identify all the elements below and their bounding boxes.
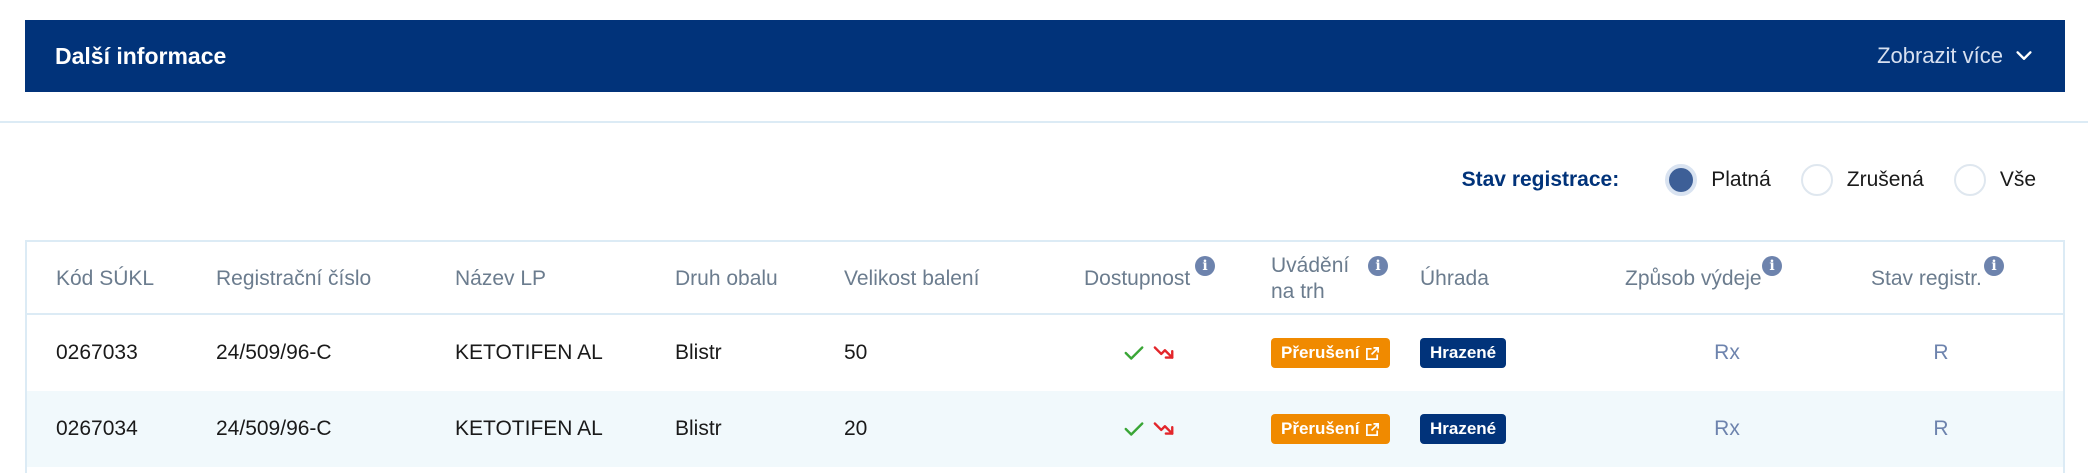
cell-kod: 0267034	[56, 417, 138, 440]
market-status-badge[interactable]: Přerušení	[1271, 338, 1391, 368]
cell-reg: 24/509/96-C	[216, 341, 332, 364]
show-more-label: Zobrazit více	[1877, 43, 2003, 68]
radio-zrusena[interactable]: Zrušená	[1800, 164, 1924, 196]
info-icon[interactable]: i	[1195, 256, 1215, 276]
cell-zpusob[interactable]: Rx	[1687, 315, 1767, 391]
table-row: 0267034 24/509/96-C KETOTIFEN AL Blistr …	[27, 391, 2063, 467]
header-uvadeni-line1: Uvádění	[1271, 253, 1350, 277]
info-bar-title: Další informace	[55, 42, 227, 69]
show-more-button[interactable]: Zobrazit více	[1877, 43, 2035, 69]
cell-nazev: KETOTIFEN AL	[455, 341, 603, 364]
cell-stav[interactable]: R	[1921, 391, 1961, 467]
filter-label: Stav registrace:	[1461, 168, 1620, 191]
table-row: 0267033 24/509/96-C KETOTIFEN AL Blistr …	[27, 315, 2063, 391]
reimbursement-badge: Hrazené	[1420, 338, 1507, 368]
external-link-icon	[1366, 346, 1380, 360]
header-stav[interactable]: Stav registr.	[1871, 242, 1982, 315]
header-reg[interactable]: Registrační číslo	[216, 242, 371, 315]
header-druh[interactable]: Druh obalu	[675, 242, 778, 315]
header-uhrada[interactable]: Úhrada	[1420, 242, 1489, 315]
radio-vse[interactable]: Vše	[1953, 164, 2036, 196]
cell-dostupnost	[1123, 391, 1175, 467]
check-icon	[1124, 346, 1144, 360]
header-dostupnost[interactable]: Dostupnost	[1084, 242, 1190, 315]
reimbursement-badge: Hrazené	[1420, 414, 1507, 444]
radio-label: Platná	[1711, 168, 1771, 191]
cell-dostupnost	[1123, 315, 1175, 391]
info-icon[interactable]: i	[1368, 256, 1388, 276]
cell-stav[interactable]: R	[1921, 315, 1961, 391]
packages-table: Kód SÚKL Registrační číslo Název LP Druh…	[25, 240, 2065, 473]
cell-reg: 24/509/96-C	[216, 417, 332, 440]
cell-druh: Blistr	[675, 417, 722, 440]
radio-button[interactable]	[1665, 164, 1698, 196]
radio-button[interactable]	[1800, 164, 1833, 196]
external-link-icon	[1366, 422, 1380, 436]
trend-down-icon	[1153, 422, 1174, 435]
cell-druh: Blistr	[675, 341, 722, 364]
header-uvadeni[interactable]: Uvádění na trh	[1271, 242, 1349, 315]
header-kod[interactable]: Kód SÚKL	[56, 242, 154, 315]
radio-label: Zrušená	[1846, 168, 1924, 191]
cell-uvadeni: Přerušení	[1271, 391, 1391, 467]
header-zpusob[interactable]: Způsob výdeje	[1625, 242, 1762, 315]
info-bar: Další informace Zobrazit více	[25, 20, 2065, 92]
cell-kod: 0267033	[56, 341, 138, 364]
info-icon[interactable]: i	[1762, 256, 1782, 276]
info-icon[interactable]: i	[1984, 256, 2004, 276]
badge-label: Přerušení	[1281, 343, 1360, 362]
cell-uhrada: Hrazené	[1420, 315, 1507, 391]
table-header: Kód SÚKL Registrační číslo Název LP Druh…	[27, 242, 2063, 315]
cell-uvadeni: Přerušení	[1271, 315, 1391, 391]
cell-uhrada: Hrazené	[1420, 391, 1507, 467]
badge-label: Přerušení	[1281, 419, 1360, 438]
market-status-badge[interactable]: Přerušení	[1271, 414, 1391, 444]
radio-platna[interactable]: Platná	[1665, 164, 1771, 196]
section-divider	[0, 121, 2088, 123]
cell-velikost: 50	[844, 341, 868, 364]
header-uvadeni-line2: na trh	[1271, 279, 1325, 303]
cell-zpusob[interactable]: Rx	[1687, 391, 1767, 467]
radio-button[interactable]	[1953, 164, 1986, 196]
radio-label: Vše	[1999, 168, 2036, 191]
cell-nazev: KETOTIFEN AL	[455, 417, 603, 440]
trend-down-icon	[1153, 346, 1174, 359]
check-icon	[1124, 422, 1144, 436]
chevron-down-icon	[2016, 51, 2032, 60]
header-velikost[interactable]: Velikost balení	[844, 242, 979, 315]
registration-status-filter: Stav registrace: Platná Zrušená Vše	[1462, 160, 2036, 200]
cell-velikost: 20	[844, 417, 868, 440]
header-nazev[interactable]: Název LP	[455, 242, 546, 315]
